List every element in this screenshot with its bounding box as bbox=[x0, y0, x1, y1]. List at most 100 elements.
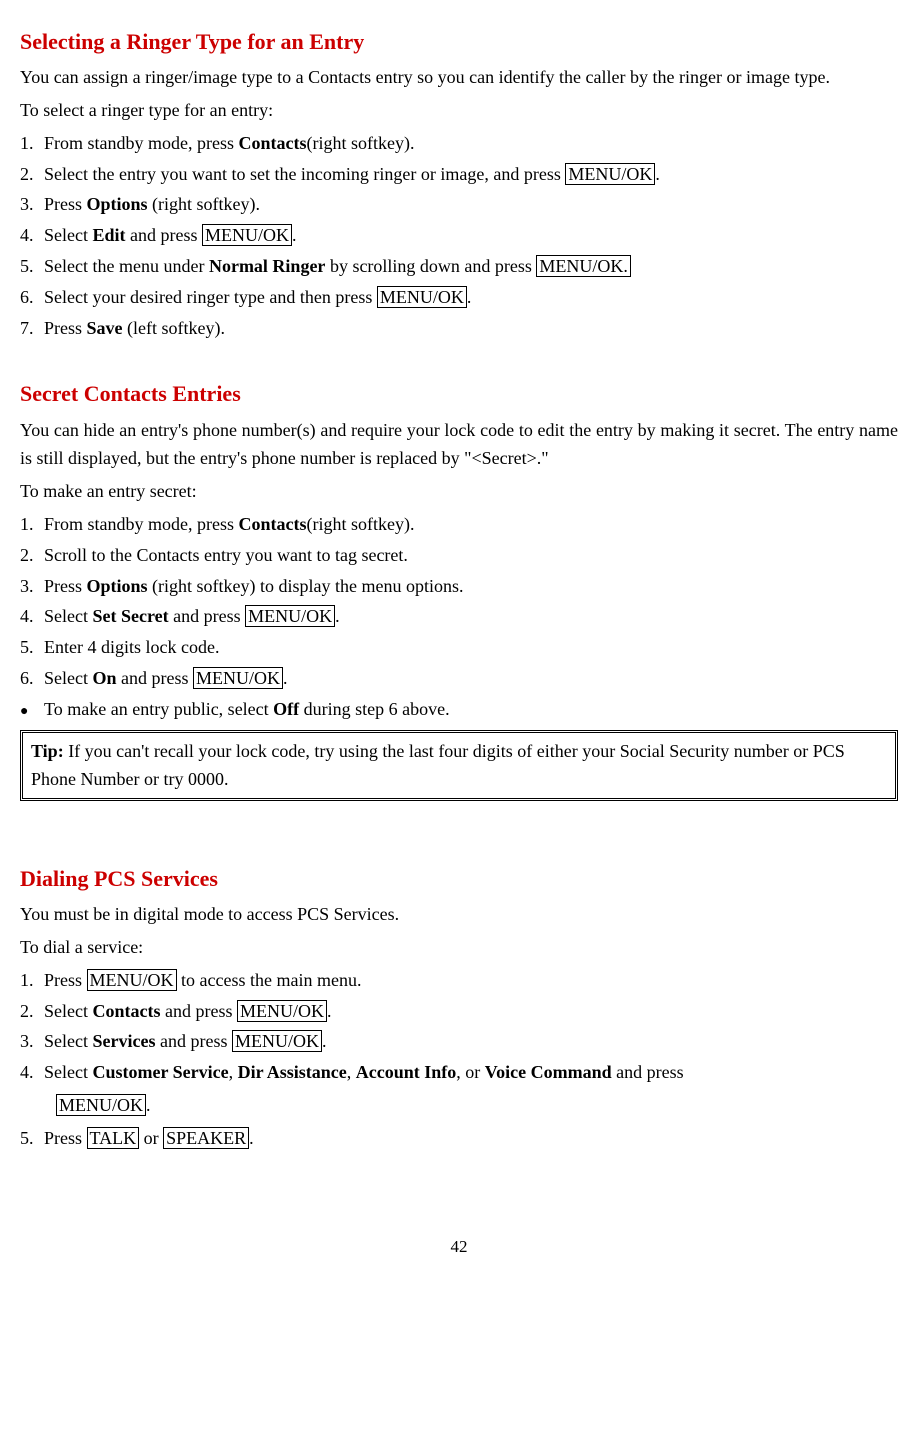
text: and press bbox=[612, 1062, 684, 1082]
step-num: 2. bbox=[20, 997, 44, 1026]
key-talk: TALK bbox=[87, 1127, 140, 1149]
step-2-4: 4.Select Set Secret and press MENU/OK. bbox=[20, 602, 898, 631]
step-list-2: 1.From standby mode, press Contacts(righ… bbox=[20, 510, 898, 724]
step-1-3: 3.Press Options (right softkey). bbox=[20, 190, 898, 219]
text: (right softkey). bbox=[148, 194, 260, 214]
text: . bbox=[283, 668, 288, 688]
step-2-5: 5.Enter 4 digits lock code. bbox=[20, 633, 898, 662]
text: Select the entry you want to set the inc… bbox=[44, 164, 565, 184]
text: Select bbox=[44, 1031, 92, 1051]
step-2-6: 6.Select On and press MENU/OK. bbox=[20, 664, 898, 693]
text: Select your desired ringer type and then… bbox=[44, 287, 377, 307]
text: (right softkey) to display the menu opti… bbox=[148, 576, 464, 596]
section-lead-2: To make an entry secret: bbox=[20, 477, 898, 506]
text: Select bbox=[44, 225, 92, 245]
text: From standby mode, press bbox=[44, 514, 238, 534]
step-2-bullet: ●To make an entry public, select Off dur… bbox=[20, 695, 898, 724]
step-3-4: 4.Select Customer Service, Dir Assistanc… bbox=[20, 1058, 898, 1087]
text: Press bbox=[44, 1128, 87, 1148]
text: Press bbox=[44, 576, 87, 596]
text: by scrolling down and press bbox=[325, 256, 536, 276]
text: To make an entry public, select bbox=[44, 699, 273, 719]
key-menu-ok: MENU/OK bbox=[565, 163, 655, 185]
section-intro-3: You must be in digital mode to access PC… bbox=[20, 900, 898, 929]
text: Select bbox=[44, 1062, 92, 1082]
text: . bbox=[322, 1031, 327, 1051]
text: Select bbox=[44, 1001, 92, 1021]
text: Scroll to the Contacts entry you want to… bbox=[44, 545, 408, 565]
step-1-2: 2.Select the entry you want to set the i… bbox=[20, 160, 898, 189]
step-2-1: 1.From standby mode, press Contacts(righ… bbox=[20, 510, 898, 539]
section-intro-1: You can assign a ringer/image type to a … bbox=[20, 63, 898, 92]
bullet-icon: ● bbox=[20, 701, 44, 723]
step-1-4: 4.Select Edit and press MENU/OK. bbox=[20, 221, 898, 250]
tip-label: Tip: bbox=[31, 741, 64, 761]
step-2-2: 2.Scroll to the Contacts entry you want … bbox=[20, 541, 898, 570]
step-3-1: 1.Press MENU/OK to access the main menu. bbox=[20, 966, 898, 995]
text: and press bbox=[169, 606, 245, 626]
key-menu-ok: MENU/OK bbox=[202, 224, 292, 246]
bold-dir-assistance: Dir Assistance bbox=[238, 1062, 347, 1082]
step-num: 5. bbox=[20, 1124, 44, 1153]
key-menu-ok: MENU/OK bbox=[56, 1094, 146, 1116]
text: Select the menu under bbox=[44, 256, 209, 276]
step-list-3: 1.Press MENU/OK to access the main menu.… bbox=[20, 966, 898, 1087]
text: Press bbox=[44, 318, 87, 338]
text: . bbox=[249, 1128, 254, 1148]
text: (right softkey). bbox=[306, 514, 414, 534]
step-list-1: 1.From standby mode, press Contacts(righ… bbox=[20, 129, 898, 343]
section-title-3: Dialing PCS Services bbox=[20, 861, 898, 896]
step-num: 3. bbox=[20, 572, 44, 601]
step-num: 4. bbox=[20, 602, 44, 631]
text: Press bbox=[44, 970, 87, 990]
tip-box: Tip: If you can't recall your lock code,… bbox=[20, 730, 898, 802]
page-number: 42 bbox=[20, 1233, 898, 1260]
step-3-2: 2.Select Contacts and press MENU/OK. bbox=[20, 997, 898, 1026]
text: . bbox=[335, 606, 340, 626]
bold-normal-ringer: Normal Ringer bbox=[209, 256, 325, 276]
bold-account-info: Account Info bbox=[356, 1062, 457, 1082]
step-3-3: 3.Select Services and press MENU/OK. bbox=[20, 1027, 898, 1056]
bold-set-secret: Set Secret bbox=[92, 606, 168, 626]
step-num: 1. bbox=[20, 129, 44, 158]
step-num: 1. bbox=[20, 966, 44, 995]
tip-text: If you can't recall your lock code, try … bbox=[31, 741, 845, 790]
text: , or bbox=[456, 1062, 485, 1082]
step-2-3: 3.Press Options (right softkey) to displ… bbox=[20, 572, 898, 601]
step-3-5: 5.Press TALK or SPEAKER. bbox=[20, 1124, 898, 1153]
bold-contacts: Contacts bbox=[92, 1001, 160, 1021]
text: and press bbox=[126, 225, 202, 245]
section-title-1: Selecting a Ringer Type for an Entry bbox=[20, 24, 898, 59]
section-lead-1: To select a ringer type for an entry: bbox=[20, 96, 898, 125]
bold-options: Options bbox=[87, 576, 148, 596]
bold-services: Services bbox=[92, 1031, 155, 1051]
bold-save: Save bbox=[87, 318, 123, 338]
step-num: 4. bbox=[20, 221, 44, 250]
step-3-4-cont: MENU/OK. bbox=[20, 1091, 898, 1120]
text: (right softkey). bbox=[306, 133, 414, 153]
key-menu-ok: MENU/OK bbox=[193, 667, 283, 689]
key-menu-ok: MENU/OK bbox=[237, 1000, 327, 1022]
bold-contacts: Contacts bbox=[238, 133, 306, 153]
key-speaker: SPEAKER bbox=[163, 1127, 249, 1149]
text: , bbox=[229, 1062, 238, 1082]
step-1-7: 7.Press Save (left softkey). bbox=[20, 314, 898, 343]
text: and press bbox=[160, 1001, 236, 1021]
bold-off: Off bbox=[273, 699, 299, 719]
text: and press bbox=[155, 1031, 231, 1051]
key-menu-ok: MENU/OK. bbox=[536, 255, 631, 277]
step-1-1: 1.From standby mode, press Contacts(righ… bbox=[20, 129, 898, 158]
step-num: 2. bbox=[20, 541, 44, 570]
text: , bbox=[347, 1062, 356, 1082]
bold-on: On bbox=[92, 668, 116, 688]
text: to access the main menu. bbox=[177, 970, 362, 990]
step-num: 3. bbox=[20, 190, 44, 219]
key-menu-ok: MENU/OK bbox=[377, 286, 467, 308]
step-num: 2. bbox=[20, 160, 44, 189]
section-lead-3: To dial a service: bbox=[20, 933, 898, 962]
step-num: 6. bbox=[20, 664, 44, 693]
step-1-5: 5.Select the menu under Normal Ringer by… bbox=[20, 252, 898, 281]
key-menu-ok: MENU/OK bbox=[245, 605, 335, 627]
step-num: 7. bbox=[20, 314, 44, 343]
text: during step 6 above. bbox=[299, 699, 449, 719]
